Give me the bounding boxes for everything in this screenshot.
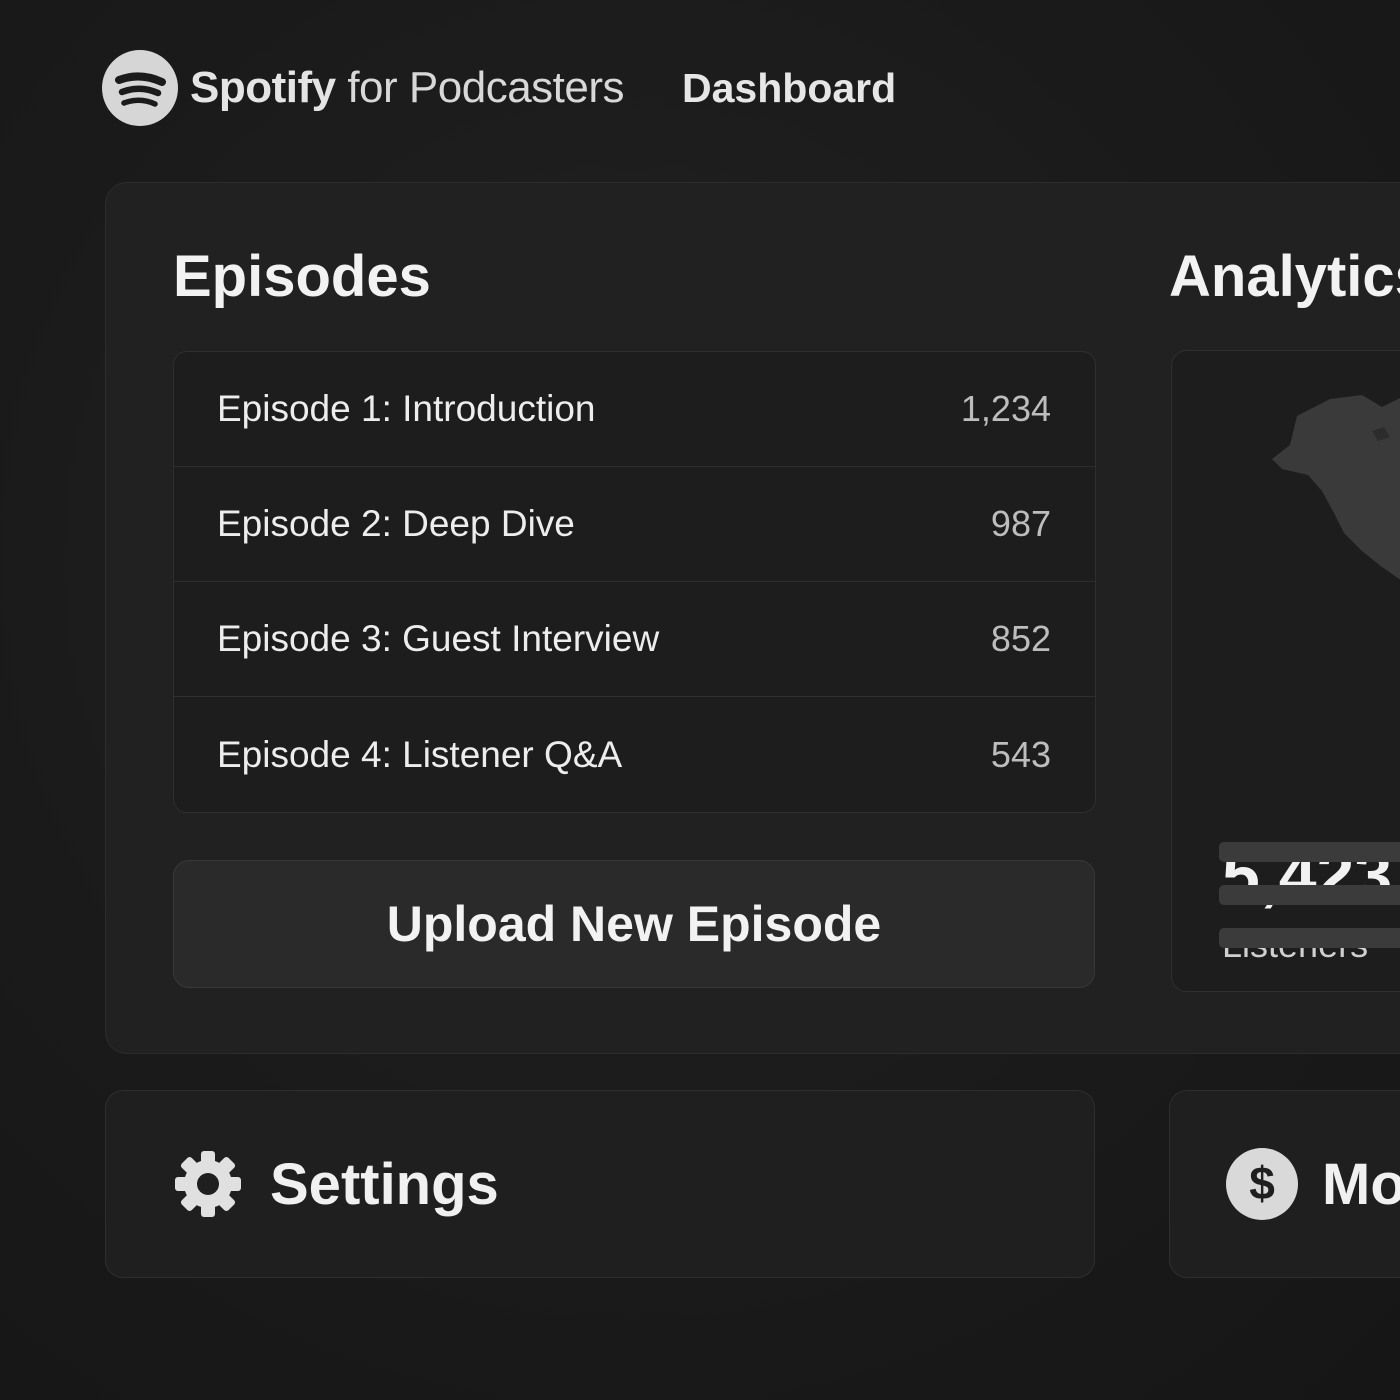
brand-for-podcasters: for Podcasters <box>335 63 625 112</box>
world-map-icon <box>1272 395 1400 580</box>
episode-title: Episode 1: Introduction <box>217 388 596 429</box>
monetization-label: Mo <box>1322 1151 1400 1217</box>
settings-card[interactable]: Settings <box>105 1090 1095 1278</box>
episode-row[interactable]: Episode 1: Introduction 1,234 <box>174 352 1095 467</box>
episode-title: Episode 4: Listener Q&A <box>217 733 623 775</box>
svg-text:$: $ <box>1249 1157 1275 1209</box>
gear-icon <box>175 1151 241 1217</box>
episode-row[interactable]: Episode 4: Listener Q&A 543 <box>174 697 1095 812</box>
episode-count: 1,234 <box>960 388 1051 429</box>
episode-count: 543 <box>990 733 1051 775</box>
analytics-title: Analytics <box>1169 244 1400 309</box>
episode-count: 852 <box>990 618 1051 659</box>
nav-dashboard[interactable]: Dashboard <box>682 65 896 112</box>
settings-label: Settings <box>270 1151 499 1217</box>
dollar-icon: $ <box>1226 1148 1298 1220</box>
podcaster-dashboard: Spotify for Podcasters Dashboard Episode… <box>0 0 1400 1400</box>
monetization-card[interactable]: $ Mo <box>1169 1090 1400 1278</box>
episode-row[interactable]: Episode 2: Deep Dive 987 <box>174 467 1095 582</box>
brand-spotify: Spotify <box>190 63 336 112</box>
spotify-logo-icon[interactable] <box>102 50 178 126</box>
episodes-title: Episodes <box>173 244 431 309</box>
episode-title: Episode 2: Deep Dive <box>217 503 575 544</box>
episode-row[interactable]: Episode 3: Guest Interview 852 <box>174 582 1095 697</box>
upload-new-episode-button[interactable]: Upload New Episode <box>173 860 1095 988</box>
episode-count: 987 <box>990 503 1051 544</box>
episode-title: Episode 3: Guest Interview <box>217 618 660 659</box>
top-header: Spotify for Podcasters Dashboard <box>102 50 896 126</box>
analytics-bar <box>1219 842 1400 862</box>
episode-list: Episode 1: Introduction 1,234 Episode 2:… <box>173 351 1096 813</box>
analytics-bar <box>1219 885 1400 905</box>
brand-name: Spotify for Podcasters <box>190 63 625 113</box>
analytics-bar <box>1219 928 1400 948</box>
main-panel: Episodes Episode 1: Introduction 1,234 E… <box>105 182 1400 1054</box>
analytics-card[interactable]: 5,423 Listeners <box>1171 350 1400 992</box>
